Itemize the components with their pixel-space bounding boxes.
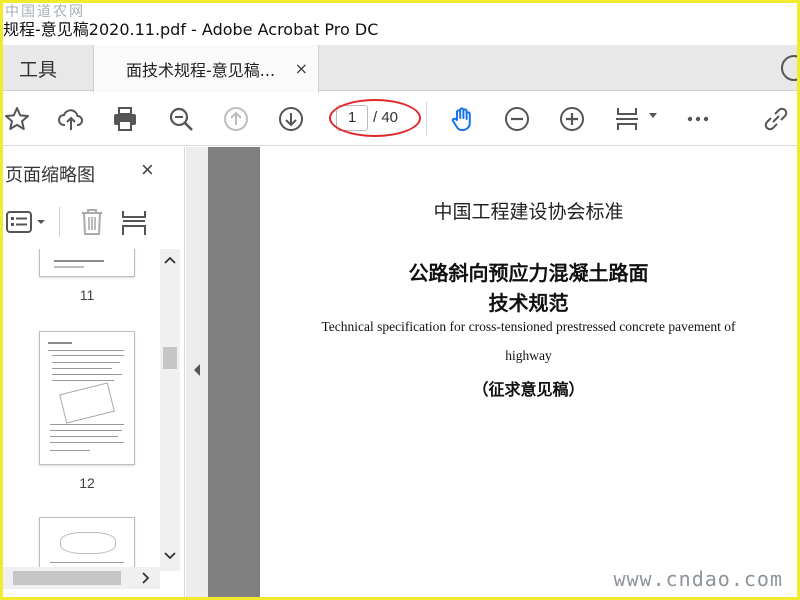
page-thumbnails-pane: 页面缩略图 × 11 12 [3, 147, 185, 597]
page-down-icon[interactable] [275, 103, 307, 135]
pane-toolbar-divider [59, 207, 60, 237]
toolbar-divider [426, 102, 427, 136]
vertical-scroll-thumb[interactable] [163, 347, 177, 369]
zoom-out-icon[interactable] [501, 103, 533, 135]
thumbnail-figure [60, 532, 116, 554]
tab-bar: 工具 面技术规程-意见稿... × [3, 45, 800, 92]
document-status: （征求意见稿） [472, 380, 585, 399]
pane-title: 页面缩略图 [5, 165, 95, 186]
collapse-pane-icon[interactable] [192, 363, 202, 377]
pane-toolbar [3, 203, 185, 243]
pane-close-button[interactable]: × [141, 157, 154, 183]
toolbar: 1 / 40 [3, 92, 797, 146]
fit-page-icon[interactable] [611, 103, 643, 135]
window-title: 规程-意见稿2020.11.pdf - Adobe Acrobat Pro DC [3, 20, 379, 39]
help-icon[interactable] [781, 55, 800, 81]
scroll-right-icon[interactable] [141, 572, 151, 584]
delete-page-icon[interactable] [79, 207, 105, 242]
thumbnail-options-icon[interactable] [5, 209, 49, 240]
thumbnail-label: 12 [79, 475, 95, 491]
zoom-in-icon[interactable] [556, 103, 588, 135]
chevron-down-icon[interactable] [649, 113, 657, 118]
page-up-icon[interactable] [220, 103, 252, 135]
tab-close-button[interactable]: × [295, 59, 308, 78]
document-english-title-line2: highway [505, 348, 552, 363]
document-title-line2: 技术规范 [488, 291, 569, 315]
page-number-input[interactable]: 1 [336, 105, 368, 131]
thumbnail-page-13[interactable] [39, 517, 135, 567]
document-organization: 中国工程建设协会标准 [433, 201, 624, 223]
thumbnail-figure [59, 382, 115, 424]
cloud-upload-icon[interactable] [55, 103, 87, 135]
watermark-bottom: www.cndao.com [613, 567, 783, 591]
scroll-up-icon[interactable] [164, 255, 176, 265]
document-title-line1: 公路斜向预应力混凝土路面 [408, 261, 649, 285]
title-bar: 中国道农网 规程-意见稿2020.11.pdf - Adobe Acrobat … [3, 3, 797, 45]
tab-document-label: 面技术规程-意见稿... [126, 60, 276, 80]
thumbnail-list: 11 12 [3, 249, 160, 567]
more-icon[interactable] [682, 103, 714, 135]
tab-tools[interactable]: 工具 [3, 45, 93, 91]
scroll-down-icon[interactable] [164, 551, 176, 561]
thumbnail-label: 11 [79, 287, 95, 303]
page-total: / 40 [373, 109, 399, 126]
thumbnail-page-11[interactable] [39, 249, 135, 277]
horizontal-scroll-thumb[interactable] [13, 571, 121, 585]
document-english-title-line1: Technical specification for cross-tensio… [321, 319, 736, 334]
thumbnail-horizontal-scrollbar[interactable] [3, 567, 160, 589]
thumbnail-page-12[interactable] [39, 331, 135, 465]
thumbnail-vertical-scrollbar[interactable] [160, 249, 180, 571]
star-icon[interactable] [1, 103, 33, 135]
print-icon[interactable] [109, 103, 141, 135]
hand-tool-icon[interactable] [447, 103, 479, 135]
document-page: 中国工程建设协会标准 公路斜向预应力混凝土路面 技术规范 Technical s… [260, 147, 797, 597]
document-canvas-margin [208, 147, 260, 597]
tab-document[interactable]: 面技术规程-意见稿... × [93, 45, 319, 92]
share-link-icon[interactable] [760, 103, 792, 135]
pane-splitter[interactable] [186, 147, 208, 597]
insert-page-icon[interactable] [120, 207, 150, 242]
zoom-search-icon[interactable] [165, 103, 197, 135]
